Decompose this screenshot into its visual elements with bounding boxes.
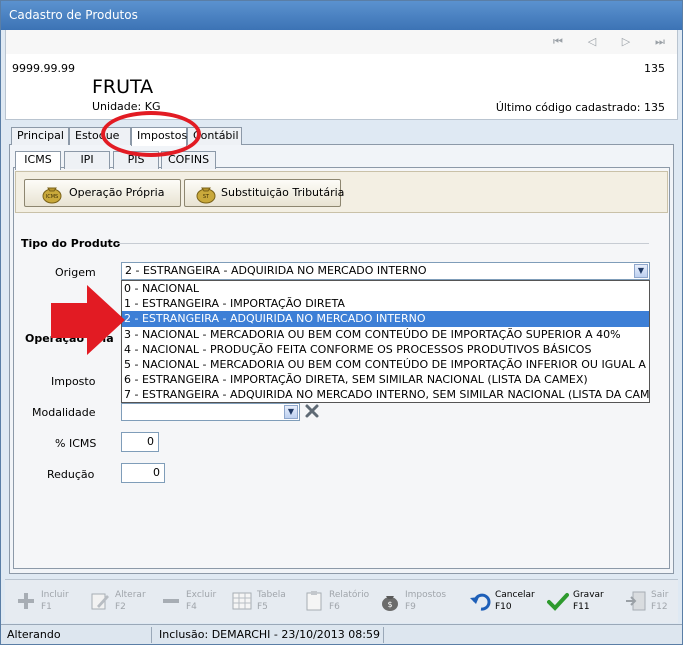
status-inclusion-info: Inclusão: DEMARCHI - 23/10/2013 08:59:22 bbox=[159, 628, 381, 641]
include-button[interactable]: Incluir F1 bbox=[15, 586, 75, 620]
tax-substitution-label: Substituição Tributária bbox=[221, 186, 345, 199]
report-label: Relatório bbox=[329, 590, 370, 600]
undo-icon bbox=[470, 593, 491, 611]
origin-label: Origem bbox=[55, 266, 96, 279]
last-code: Último código cadastrado: 135 bbox=[496, 101, 665, 114]
delete-button[interactable]: Excluir F4 bbox=[160, 586, 220, 620]
origin-option[interactable]: 6 - ESTRANGEIRA - IMPORTAÇÃO DIRETA, SEM… bbox=[122, 372, 649, 387]
status-separator bbox=[383, 627, 384, 643]
change-button[interactable]: Alterar F2 bbox=[89, 586, 149, 620]
taxes-key: F9 bbox=[405, 602, 416, 612]
tab-principal[interactable]: Principal bbox=[11, 127, 69, 145]
origin-option[interactable]: 1 - ESTRANGEIRA - IMPORTAÇÃO DIRETA bbox=[122, 296, 649, 311]
change-key: F2 bbox=[115, 602, 126, 612]
money-bag-icon: ICMS bbox=[42, 187, 62, 204]
svg-text:$: $ bbox=[387, 600, 392, 609]
modality-label: Modalidade bbox=[32, 406, 96, 419]
product-id: 135 bbox=[644, 62, 665, 75]
exit-button[interactable]: Sair F12 bbox=[625, 586, 675, 620]
modality-select[interactable]: ▼ bbox=[121, 403, 300, 421]
tab-icms[interactable]: ICMS bbox=[15, 151, 61, 170]
annotation-circle bbox=[101, 111, 201, 157]
status-mode: Alterando bbox=[7, 628, 61, 641]
money-bag-st-icon: ST bbox=[196, 187, 216, 204]
tax-label: Imposto bbox=[51, 375, 96, 388]
product-type-title: Tipo do Produto bbox=[21, 237, 121, 250]
table-key: F5 bbox=[257, 602, 268, 612]
checkmark-icon bbox=[547, 593, 569, 611]
delete-key: F4 bbox=[186, 602, 197, 612]
product-code: 9999.99.99 bbox=[12, 62, 75, 75]
origin-option-selected[interactable]: 2 - ESTRANGEIRA - ADQUIRIDA NO MERCADO I… bbox=[122, 311, 649, 327]
action-toolbar: Incluir F1 Alterar F2 Excluir F4 Tabela … bbox=[5, 579, 678, 623]
icms-subtoolbar: ICMS Operação Própria ST Substituição Tr… bbox=[15, 171, 668, 213]
status-separator bbox=[151, 627, 152, 643]
plus-icon bbox=[18, 593, 34, 609]
last-record-icon[interactable]: ⏭ bbox=[652, 34, 668, 50]
cancel-button[interactable]: Cancelar F10 bbox=[469, 586, 539, 620]
record-navigation-bar: ⏮ ◁ ▷ ⏭ bbox=[5, 30, 678, 54]
save-button[interactable]: Gravar F11 bbox=[547, 586, 617, 620]
clipboard-icon bbox=[306, 591, 322, 611]
origin-option[interactable]: 0 - NACIONAL bbox=[122, 281, 649, 296]
previous-record-icon[interactable]: ◁ bbox=[584, 34, 600, 50]
origin-dropdown-list: 0 - NACIONAL 1 - ESTRANGEIRA - IMPORTAÇÃ… bbox=[121, 280, 650, 403]
save-label: Gravar bbox=[573, 590, 604, 600]
last-code-label: Último código cadastrado: bbox=[495, 101, 641, 114]
window-title: Cadastro de Produtos bbox=[1, 1, 682, 30]
origin-option[interactable]: 4 - NACIONAL - PRODUÇÃO FEITA CONFORME O… bbox=[122, 342, 649, 357]
product-header: 9999.99.99 FRUTA Unidade: KG 135 Último … bbox=[5, 54, 678, 120]
minus-icon bbox=[163, 599, 179, 603]
save-key: F11 bbox=[573, 602, 590, 612]
tab-ipi[interactable]: IPI bbox=[64, 151, 110, 169]
origin-option[interactable]: 3 - NACIONAL - MERCADORIA OU BEM COM CON… bbox=[122, 327, 649, 342]
section-divider bbox=[117, 243, 649, 244]
exit-label: Sair bbox=[651, 590, 669, 600]
next-record-icon[interactable]: ▷ bbox=[618, 34, 634, 50]
include-label: Incluir bbox=[41, 590, 69, 600]
exit-door-icon bbox=[626, 591, 646, 611]
first-record-icon[interactable]: ⏮ bbox=[550, 34, 566, 50]
annotation-arrow-icon bbox=[51, 285, 125, 355]
own-operation-button[interactable]: ICMS Operação Própria bbox=[24, 179, 181, 207]
include-key: F1 bbox=[41, 602, 52, 612]
clear-icon[interactable] bbox=[304, 403, 320, 419]
money-bag-icon: $ bbox=[382, 596, 398, 611]
cancel-key: F10 bbox=[495, 602, 512, 612]
edit-icon bbox=[91, 593, 109, 610]
chevron-down-icon[interactable]: ▼ bbox=[634, 264, 648, 278]
cancel-label: Cancelar bbox=[495, 590, 535, 600]
table-button[interactable]: Tabela F5 bbox=[231, 586, 291, 620]
last-code-value: 135 bbox=[644, 101, 665, 114]
delete-label: Excluir bbox=[186, 590, 217, 600]
status-bar: Alterando Inclusão: DEMARCHI - 23/10/201… bbox=[1, 624, 682, 644]
change-label: Alterar bbox=[115, 590, 146, 600]
table-label: Tabela bbox=[257, 590, 286, 600]
icms-badge-text: ICMS bbox=[46, 194, 58, 200]
product-register-window: Cadastro de Produtos ⏮ ◁ ▷ ⏭ 9999.99.99 … bbox=[0, 0, 683, 645]
origin-option[interactable]: 5 - NACIONAL - MERCADORIA OU BEM COM CON… bbox=[122, 357, 649, 372]
taxes-label: Impostos bbox=[405, 590, 447, 600]
own-operation-label: Operação Própria bbox=[69, 186, 165, 199]
reduction-label: Redução bbox=[47, 468, 95, 481]
taxes-button[interactable]: $ Impostos F9 bbox=[379, 586, 449, 620]
origin-selected-value: 2 - ESTRANGEIRA - ADQUIRIDA NO MERCADO I… bbox=[125, 264, 427, 277]
report-button[interactable]: Relatório F6 bbox=[303, 586, 373, 620]
icms-percent-input[interactable]: 0 bbox=[121, 432, 159, 452]
exit-key: F12 bbox=[651, 602, 668, 612]
chevron-down-icon[interactable]: ▼ bbox=[284, 405, 298, 419]
st-badge-text: ST bbox=[203, 194, 210, 200]
icms-percent-label: % ICMS bbox=[55, 437, 97, 450]
product-name: FRUTA bbox=[92, 76, 154, 98]
unit-label: Unidade: bbox=[92, 100, 142, 113]
table-icon bbox=[232, 592, 252, 610]
origin-select[interactable]: 2 - ESTRANGEIRA - ADQUIRIDA NO MERCADO I… bbox=[121, 262, 650, 280]
origin-option[interactable]: 7 - ESTRANGEIRA - ADQUIRIDA NO MERCADO I… bbox=[122, 387, 649, 402]
reduction-input[interactable]: 0 bbox=[121, 463, 165, 483]
report-key: F6 bbox=[329, 602, 340, 612]
tax-substitution-button[interactable]: ST Substituição Tributária bbox=[184, 179, 345, 207]
